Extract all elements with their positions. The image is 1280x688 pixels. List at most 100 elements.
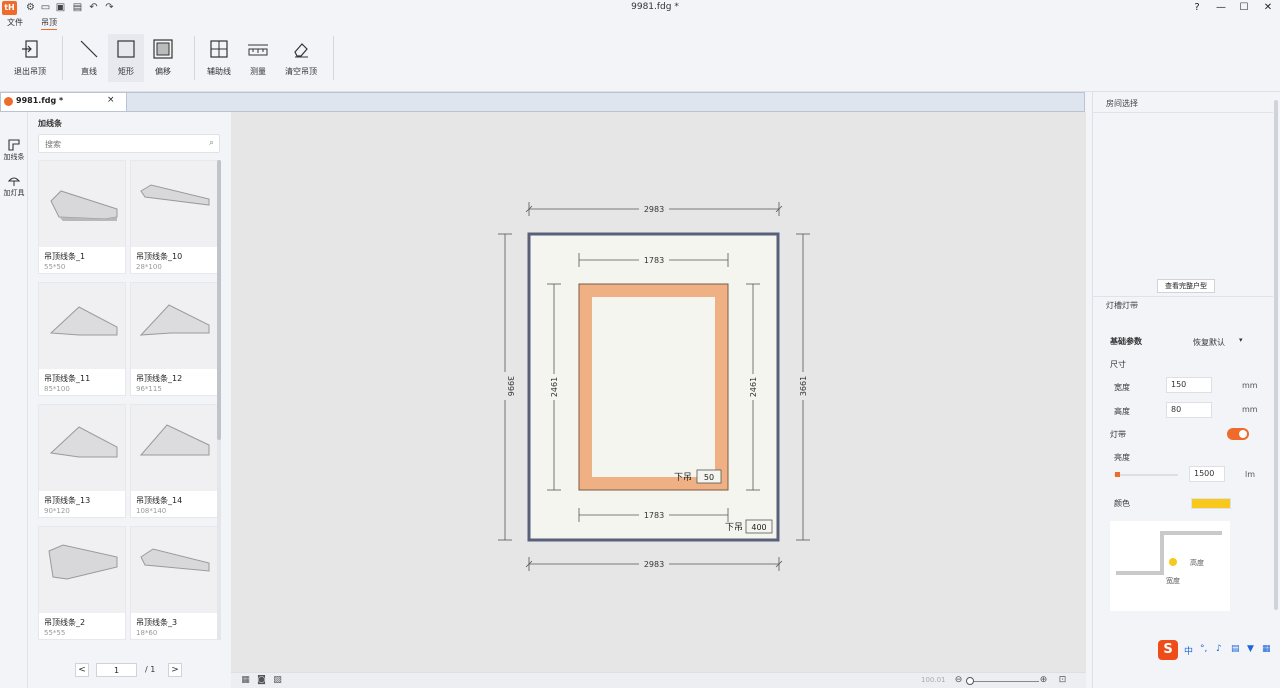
brightness-label: 亮度 xyxy=(1114,453,1130,462)
side-tab-strip: 加线条 加灯具 xyxy=(0,112,28,688)
line-button[interactable]: 直线 xyxy=(72,34,106,82)
maximize-button[interactable]: ☐ xyxy=(1237,1,1251,15)
library-item[interactable]: 吊顶线条_13 90*120 xyxy=(38,404,126,518)
keyboard-icon[interactable]: ▤ xyxy=(1231,644,1240,654)
outer-drop-value[interactable]: 400 xyxy=(751,523,766,532)
item-name: 吊顶线条_12 xyxy=(136,374,183,383)
preset-select[interactable]: 恢复默认 xyxy=(1193,337,1225,348)
item-size: 108*140 xyxy=(136,507,167,515)
panel-scrollbar[interactable] xyxy=(1273,92,1279,688)
menu-ceiling[interactable]: 吊顶 xyxy=(41,17,57,31)
inner-drop-value[interactable]: 50 xyxy=(704,473,714,482)
panel-scrollbar-thumb[interactable] xyxy=(1274,100,1278,610)
width-field[interactable]: 150 xyxy=(1166,377,1212,393)
skin-icon[interactable]: ▼ xyxy=(1247,644,1254,654)
close-button[interactable]: ✕ xyxy=(1261,1,1275,15)
ime-language[interactable]: 中 xyxy=(1184,644,1193,657)
prev-page-button[interactable]: < xyxy=(75,663,89,677)
brightness-field[interactable]: 1500 xyxy=(1189,466,1225,482)
minimize-button[interactable]: — xyxy=(1214,1,1228,15)
width-label: 宽度 xyxy=(1114,383,1130,392)
molding-thumbnail xyxy=(39,527,125,613)
library-item[interactable]: 吊顶线条_11 85*100 xyxy=(38,282,126,396)
library-item[interactable]: 吊顶线条_2 55*55 xyxy=(38,526,126,640)
zoom-value: 100.01 xyxy=(921,676,946,684)
microphone-icon[interactable]: ♪ xyxy=(1216,644,1222,654)
page-total: / 1 xyxy=(145,665,156,674)
search-box[interactable]: ⌕ xyxy=(38,134,220,153)
save-as-icon[interactable]: ▤ xyxy=(72,2,83,13)
library-item[interactable]: 吊顶线条_14 108*140 xyxy=(130,404,218,518)
inner-dimension-bottom-label: 1783 xyxy=(644,511,664,520)
item-name: 吊顶线条_11 xyxy=(44,374,91,383)
exit-ceiling-label: 退出吊顶 xyxy=(14,67,46,76)
redo-icon[interactable]: ↷ xyxy=(104,2,115,13)
color-swatch[interactable] xyxy=(1191,498,1231,509)
document-tab[interactable]: 9981.fdg * × xyxy=(1,93,127,111)
ime-logo[interactable]: S xyxy=(1158,640,1178,660)
exit-ceiling-button[interactable]: 退出吊顶 xyxy=(8,34,52,82)
item-name: 吊顶线条_14 xyxy=(136,496,183,505)
undo-icon[interactable]: ↶ xyxy=(88,2,99,13)
molding-thumbnail xyxy=(39,405,125,491)
search-icon[interactable]: ⌕ xyxy=(209,138,214,148)
light-strip-toggle[interactable] xyxy=(1227,428,1249,440)
inner-drop-label: 下吊 xyxy=(674,472,692,483)
light-slot-section xyxy=(1093,296,1273,688)
page-number-input[interactable] xyxy=(96,663,137,677)
document-tab-label: 9981.fdg * xyxy=(16,96,64,105)
next-page-button[interactable]: > xyxy=(168,663,182,677)
clear-ceiling-button[interactable]: 清空吊顶 xyxy=(282,34,320,82)
ime-toolbar: S 中 °, ♪ ▤ ▼ ▦ xyxy=(1158,640,1276,662)
camera-icon[interactable]: ◙ xyxy=(256,675,267,686)
measure-button[interactable]: 测量 xyxy=(242,34,274,82)
ribbon-divider xyxy=(333,36,334,80)
zoom-in-icon[interactable]: ⊕ xyxy=(1038,675,1049,686)
library-scrollbar[interactable] xyxy=(217,160,221,640)
toolbox-icon[interactable]: ▦ xyxy=(1262,644,1271,654)
library-scrollbar-thumb[interactable] xyxy=(217,160,221,440)
diagram-width-label: 宽度 xyxy=(1166,576,1180,585)
view-full-layout-button[interactable]: 查看完整户型 xyxy=(1157,279,1215,293)
brightness-slider[interactable] xyxy=(1114,474,1178,476)
ribbon-divider xyxy=(62,36,63,80)
color-label: 颜色 xyxy=(1114,499,1130,508)
chevron-down-icon[interactable]: ▾ xyxy=(1239,336,1243,344)
drawing-canvas[interactable]: 2983 2983 3996 3661 1783 1783 2461 2461 … xyxy=(231,112,1086,672)
aux-line-label: 辅助线 xyxy=(207,67,231,76)
settings-icon[interactable]: ⚙ xyxy=(25,2,36,13)
height-field[interactable]: 80 xyxy=(1166,402,1212,418)
height-unit: mm xyxy=(1242,405,1258,414)
close-tab-icon[interactable]: × xyxy=(107,95,115,105)
fit-view-icon[interactable]: ⊡ xyxy=(1057,675,1068,686)
ruler-icon xyxy=(248,39,268,59)
rectangle-button[interactable]: 矩形 xyxy=(108,34,144,82)
library-item[interactable]: 吊顶线条_10 28*100 xyxy=(130,160,218,274)
save-icon[interactable]: ▣ xyxy=(55,2,66,13)
library-item[interactable]: 吊顶线条_3 18*60 xyxy=(130,526,218,640)
menu-file[interactable]: 文件 xyxy=(7,17,23,28)
diagram-height-label: 高度 xyxy=(1190,558,1204,567)
light-strip-label: 灯带 xyxy=(1110,430,1126,439)
ribbon-divider xyxy=(194,36,195,80)
tab-molding[interactable]: 加线条 xyxy=(0,138,28,162)
help-icon[interactable]: ? xyxy=(1190,1,1204,15)
punctuation-icon[interactable]: °, xyxy=(1200,644,1207,654)
ceiling-plan[interactable]: 2983 2983 3996 3661 1783 1783 2461 2461 … xyxy=(231,112,1086,672)
aux-line-button[interactable]: 辅助线 xyxy=(202,34,236,82)
image-icon[interactable]: ▨ xyxy=(272,675,283,686)
tab-lamp[interactable]: 加灯具 xyxy=(0,174,28,198)
search-input[interactable] xyxy=(45,138,195,150)
open-icon[interactable]: ▭ xyxy=(40,2,51,13)
library-item[interactable]: 吊顶线条_1 55*50 xyxy=(38,160,126,274)
brightness-slider-knob[interactable] xyxy=(1115,472,1121,477)
properties-panel: 房间选择 查看完整户型 灯槽灯带 基础参数 恢复默认 ▾ 尺寸 宽度 150 m… xyxy=(1092,92,1280,688)
zoom-out-icon[interactable]: ⊖ xyxy=(953,675,964,686)
tab-molding-label: 加线条 xyxy=(3,153,25,161)
grid-icon[interactable]: ▦ xyxy=(240,675,251,686)
room-select-area[interactable] xyxy=(1093,112,1273,280)
offset-button[interactable]: 偏移 xyxy=(146,34,180,82)
zoom-slider-track[interactable] xyxy=(969,681,1039,682)
library-item[interactable]: 吊顶线条_12 96*115 xyxy=(130,282,218,396)
zoom-slider-knob[interactable] xyxy=(966,677,974,685)
